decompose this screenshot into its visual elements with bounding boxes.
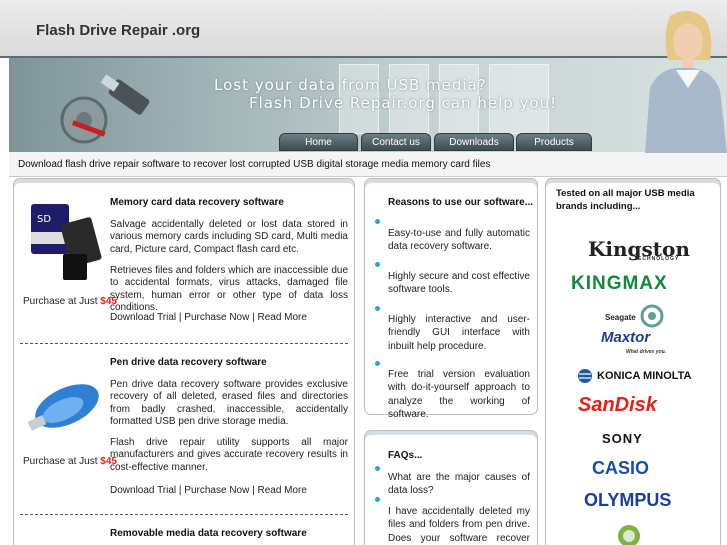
brand-kingmax-logo: KINGMAX	[571, 273, 668, 294]
banner-tagline-line2: Flash Drive Repair.org can help you!	[249, 94, 558, 112]
brand-seagate-logo: Seagate	[605, 313, 636, 322]
reasons-title: Reasons to use our software...	[388, 197, 534, 208]
brand-maxtor-sub: What drives you.	[626, 349, 667, 355]
reason-item: Highly interactive and user-friendly GUI…	[388, 314, 530, 352]
brand-maxtor-logo: Maxtor	[601, 329, 651, 346]
faq-item[interactable]: What are the major causes of data loss?	[388, 471, 530, 498]
bullet-icon	[375, 497, 380, 502]
nav-home[interactable]: Home	[279, 133, 358, 151]
bullet-icon	[375, 306, 380, 311]
price-label: Purchase at Just $45	[23, 456, 117, 467]
reason-item: Highly secure and cost effective softwar…	[388, 271, 530, 296]
pen-drive-icon	[27, 384, 99, 431]
price-value: $45	[100, 456, 117, 467]
brand-casio-logo: CASIO	[592, 458, 650, 478]
product-desc: Flash drive repair utility supports all …	[110, 437, 348, 473]
product-title-memory-card[interactable]: Memory card data recovery software	[110, 197, 284, 208]
site-title[interactable]: Flash Drive Repair .org	[36, 22, 200, 39]
nav-contact-us[interactable]: Contact us	[361, 133, 431, 151]
bullet-icon	[375, 262, 380, 267]
brand-sandisk-logo: SanDisk	[578, 394, 657, 416]
product-desc: Salvage accidentally deleted or lost dat…	[110, 219, 348, 255]
brand-olympus-logo: OLYMPUS	[584, 490, 672, 510]
nav-downloads[interactable]: Downloads	[434, 133, 514, 151]
divider	[20, 514, 348, 515]
reason-item: Free trial version evaluation with do-it…	[388, 369, 530, 421]
faq-item[interactable]: I have accidentally deleted my files and…	[388, 505, 530, 545]
brands-title: Tested on all major USB media brands inc…	[556, 188, 695, 212]
price-label: Purchase at Just $45	[23, 296, 117, 307]
brand-sony-logo: SONY	[602, 431, 643, 446]
price-value: $45	[100, 296, 117, 307]
support-woman-image	[645, 10, 727, 153]
product-desc: Pen drive data recovery software provide…	[110, 379, 348, 428]
usb-repair-tools-icon	[60, 74, 150, 144]
nav-products[interactable]: Products	[516, 133, 592, 151]
price-prefix: Purchase at Just	[23, 456, 98, 467]
memory-card-icon: SD	[31, 204, 102, 280]
price-prefix: Purchase at Just	[23, 296, 98, 307]
bullet-icon	[375, 361, 380, 366]
reason-item: Easy-to-use and fully automatic data rec…	[388, 228, 530, 253]
product-desc: Retrieves files and folders which are in…	[110, 265, 348, 314]
banner-tagline-line1: Lost your data from USB media?	[214, 76, 487, 94]
sony-ericsson-logo-icon	[618, 525, 640, 545]
top-bar: Flash Drive Repair .org	[0, 0, 727, 58]
bullet-icon	[375, 466, 380, 471]
seagate-swirl-icon	[640, 304, 664, 328]
product-title-removable-media[interactable]: Removable media data recovery software	[110, 528, 307, 539]
product-links[interactable]: Download Trial | Purchase Now | Read Mor…	[110, 485, 307, 496]
product-title-pen-drive[interactable]: Pen drive data recovery software	[110, 357, 267, 368]
konica-minolta-globe-icon	[578, 369, 592, 383]
hero-banner: Lost your data from USB media? Flash Dri…	[9, 58, 727, 152]
brand-kingston-sub: TECHNOLOGY	[634, 256, 680, 262]
svg-text:SD: SD	[37, 214, 51, 225]
brand-konica-minolta-logo: KONICA MINOLTA	[597, 370, 692, 382]
divider	[20, 343, 348, 344]
product-links[interactable]: Download Trial | Purchase Now | Read Mor…	[110, 312, 307, 323]
bullet-icon	[375, 219, 380, 224]
intro-text: Download flash drive repair software to …	[9, 152, 727, 177]
faq-title: FAQs...	[388, 450, 423, 461]
